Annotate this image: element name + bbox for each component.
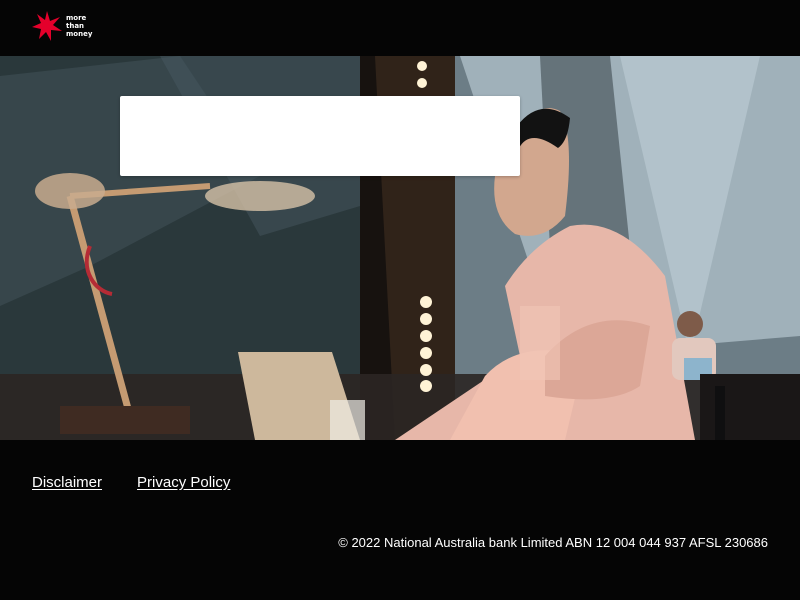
- nab-star-icon: [32, 11, 62, 41]
- nab-logo[interactable]: more than money: [31, 9, 92, 43]
- copyright-text: © 2022 National Australia bank Limited A…: [338, 535, 768, 550]
- logo-line-1: more: [66, 14, 87, 22]
- footer-links: Disclaimer Privacy Policy: [32, 474, 230, 491]
- login-card[interactable]: [120, 96, 520, 176]
- logo-line-3: money: [66, 30, 93, 38]
- privacy-policy-link[interactable]: Privacy Policy: [137, 474, 230, 491]
- site-header: more than money: [0, 0, 800, 56]
- disclaimer-link[interactable]: Disclaimer: [32, 474, 102, 491]
- logo-line-2: than: [66, 22, 85, 30]
- hero-banner: [0, 56, 800, 440]
- logo-tagline: more than money: [66, 14, 92, 38]
